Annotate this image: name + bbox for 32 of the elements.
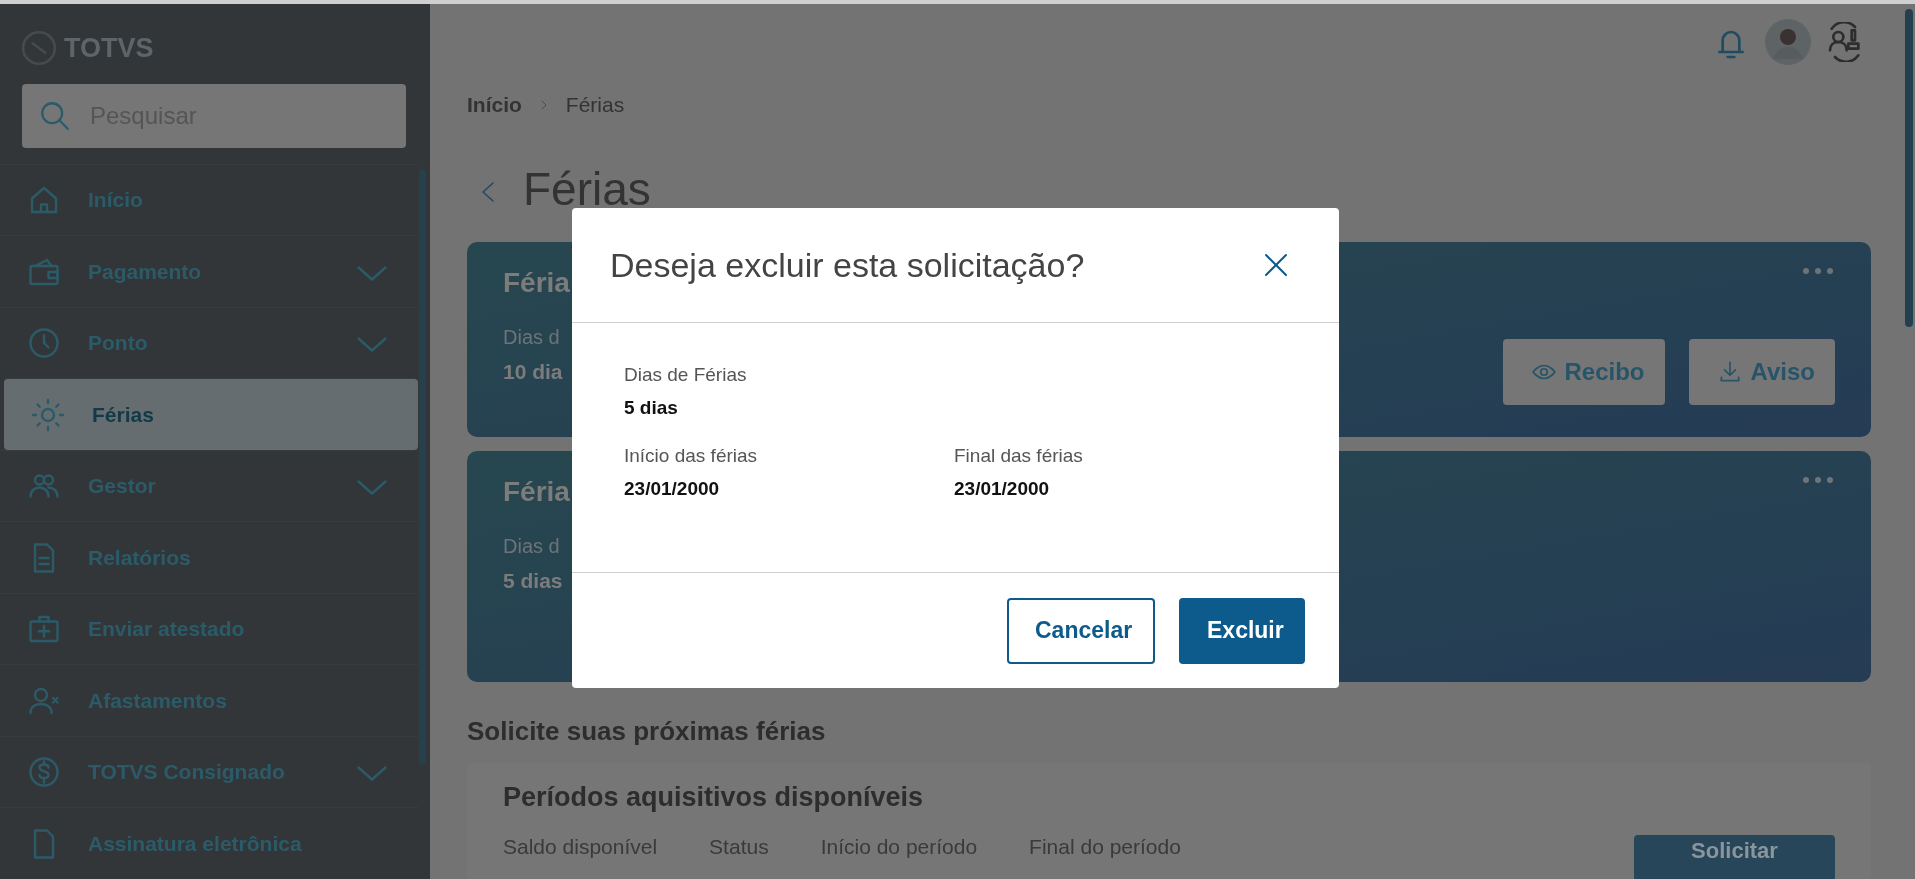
column-header: Início do período (820, 834, 978, 860)
request-button[interactable]: Solicitar (1634, 834, 1835, 879)
card-value: 5 dias (503, 567, 563, 594)
breadcrumb-current: Férias (565, 92, 625, 118)
delete-button[interactable]: Excluir (1179, 597, 1305, 664)
field-label: Final das férias (954, 444, 1084, 468)
field-value: 5 dias (624, 395, 679, 420)
panel-title: Períodos aquisitivos disponíveis (503, 780, 925, 814)
receipt-button[interactable]: Recibo (1502, 338, 1665, 405)
column-header: Saldo disponível (503, 834, 658, 860)
column-header: Status (709, 834, 769, 860)
sidebar-item[interactable]: Férias (4, 378, 418, 450)
card-title: Féria (503, 265, 570, 300)
page-title: Férias (523, 161, 651, 217)
card-label: Dias d (503, 324, 560, 350)
section-title: Solicite suas próximas férias (467, 714, 827, 748)
field-value: 23/01/2000 (954, 476, 1051, 501)
breadcrumb-link[interactable]: Início (467, 89, 522, 121)
more-icon[interactable] (1803, 267, 1833, 274)
card-label: Dias d (503, 533, 560, 559)
field-label: Dias de Férias (624, 363, 748, 387)
notice-button[interactable]: Aviso (1688, 338, 1835, 405)
cancel-button[interactable]: Cancelar (1007, 597, 1155, 664)
more-icon[interactable] (1803, 476, 1833, 483)
field-label: Início das férias (624, 444, 759, 468)
card-title: Féria (503, 474, 570, 509)
avatar-icon[interactable] (1765, 18, 1811, 65)
sun-icon (30, 396, 66, 433)
column-header: Final do período (1029, 834, 1181, 860)
card-value: 10 dia (503, 358, 563, 385)
dialog-title: Deseja excluir esta solicitação? (610, 244, 1085, 286)
field-value: 23/01/2000 (624, 476, 721, 501)
